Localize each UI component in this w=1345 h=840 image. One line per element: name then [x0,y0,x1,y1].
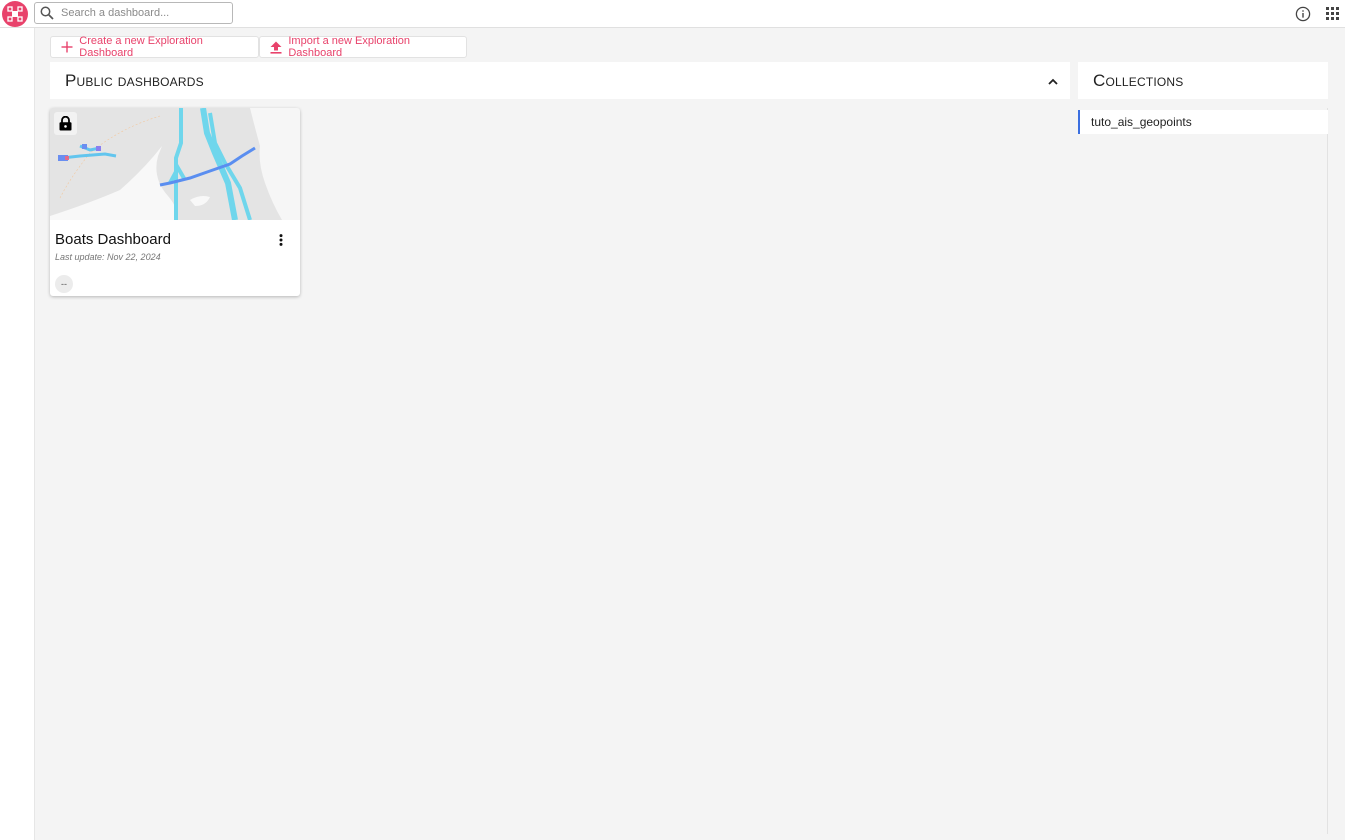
collections-header: Collections [1078,62,1328,99]
more-options-button[interactable] [274,232,288,248]
tag-chip: -- [55,275,73,293]
left-sidebar [0,28,35,840]
dashboard-title[interactable]: Boats Dashboard [55,231,171,248]
apps-grid-icon[interactable] [1326,7,1340,21]
lock-icon [59,116,72,131]
public-dashboards-header: Public dashboards [50,62,1070,99]
top-bar [0,0,1345,28]
create-dashboard-button[interactable]: Create a new Exploration Dashboard [50,35,259,59]
collections-title: Collections [1093,70,1184,90]
chevron-up-icon [1048,78,1058,85]
search-icon [37,3,57,23]
map-preview[interactable] [50,108,300,221]
search-input[interactable] [61,7,221,19]
search-box[interactable] [34,2,233,24]
main-content: Create a new Exploration Dashboard Impor… [35,28,1345,840]
last-update-text: Last update: Nov 22, 2024 [55,252,161,262]
plus-icon [61,41,73,54]
import-dashboard-label: Import a new Exploration Dashboard [288,35,411,59]
lock-badge [54,112,77,135]
map-thumbnail-image [50,108,300,221]
collection-item[interactable]: tuto_ais_geopoints [1078,110,1328,134]
collections-panel [1078,108,1328,834]
upload-icon [270,41,282,54]
collapse-button[interactable] [1044,72,1062,90]
dashboard-card[interactable]: Boats Dashboard Last update: Nov 22, 202… [50,108,300,296]
more-vert-icon [279,234,283,246]
public-dashboards-title: Public dashboards [65,70,204,90]
import-dashboard-button[interactable]: Import a new Exploration Dashboard [259,35,467,59]
info-icon[interactable] [1295,6,1311,22]
create-dashboard-label: Create a new Exploration Dashboard [79,35,203,59]
collection-item-label: tuto_ais_geopoints [1091,115,1192,129]
arlas-logo-icon [7,6,23,22]
app-logo[interactable] [2,1,28,27]
